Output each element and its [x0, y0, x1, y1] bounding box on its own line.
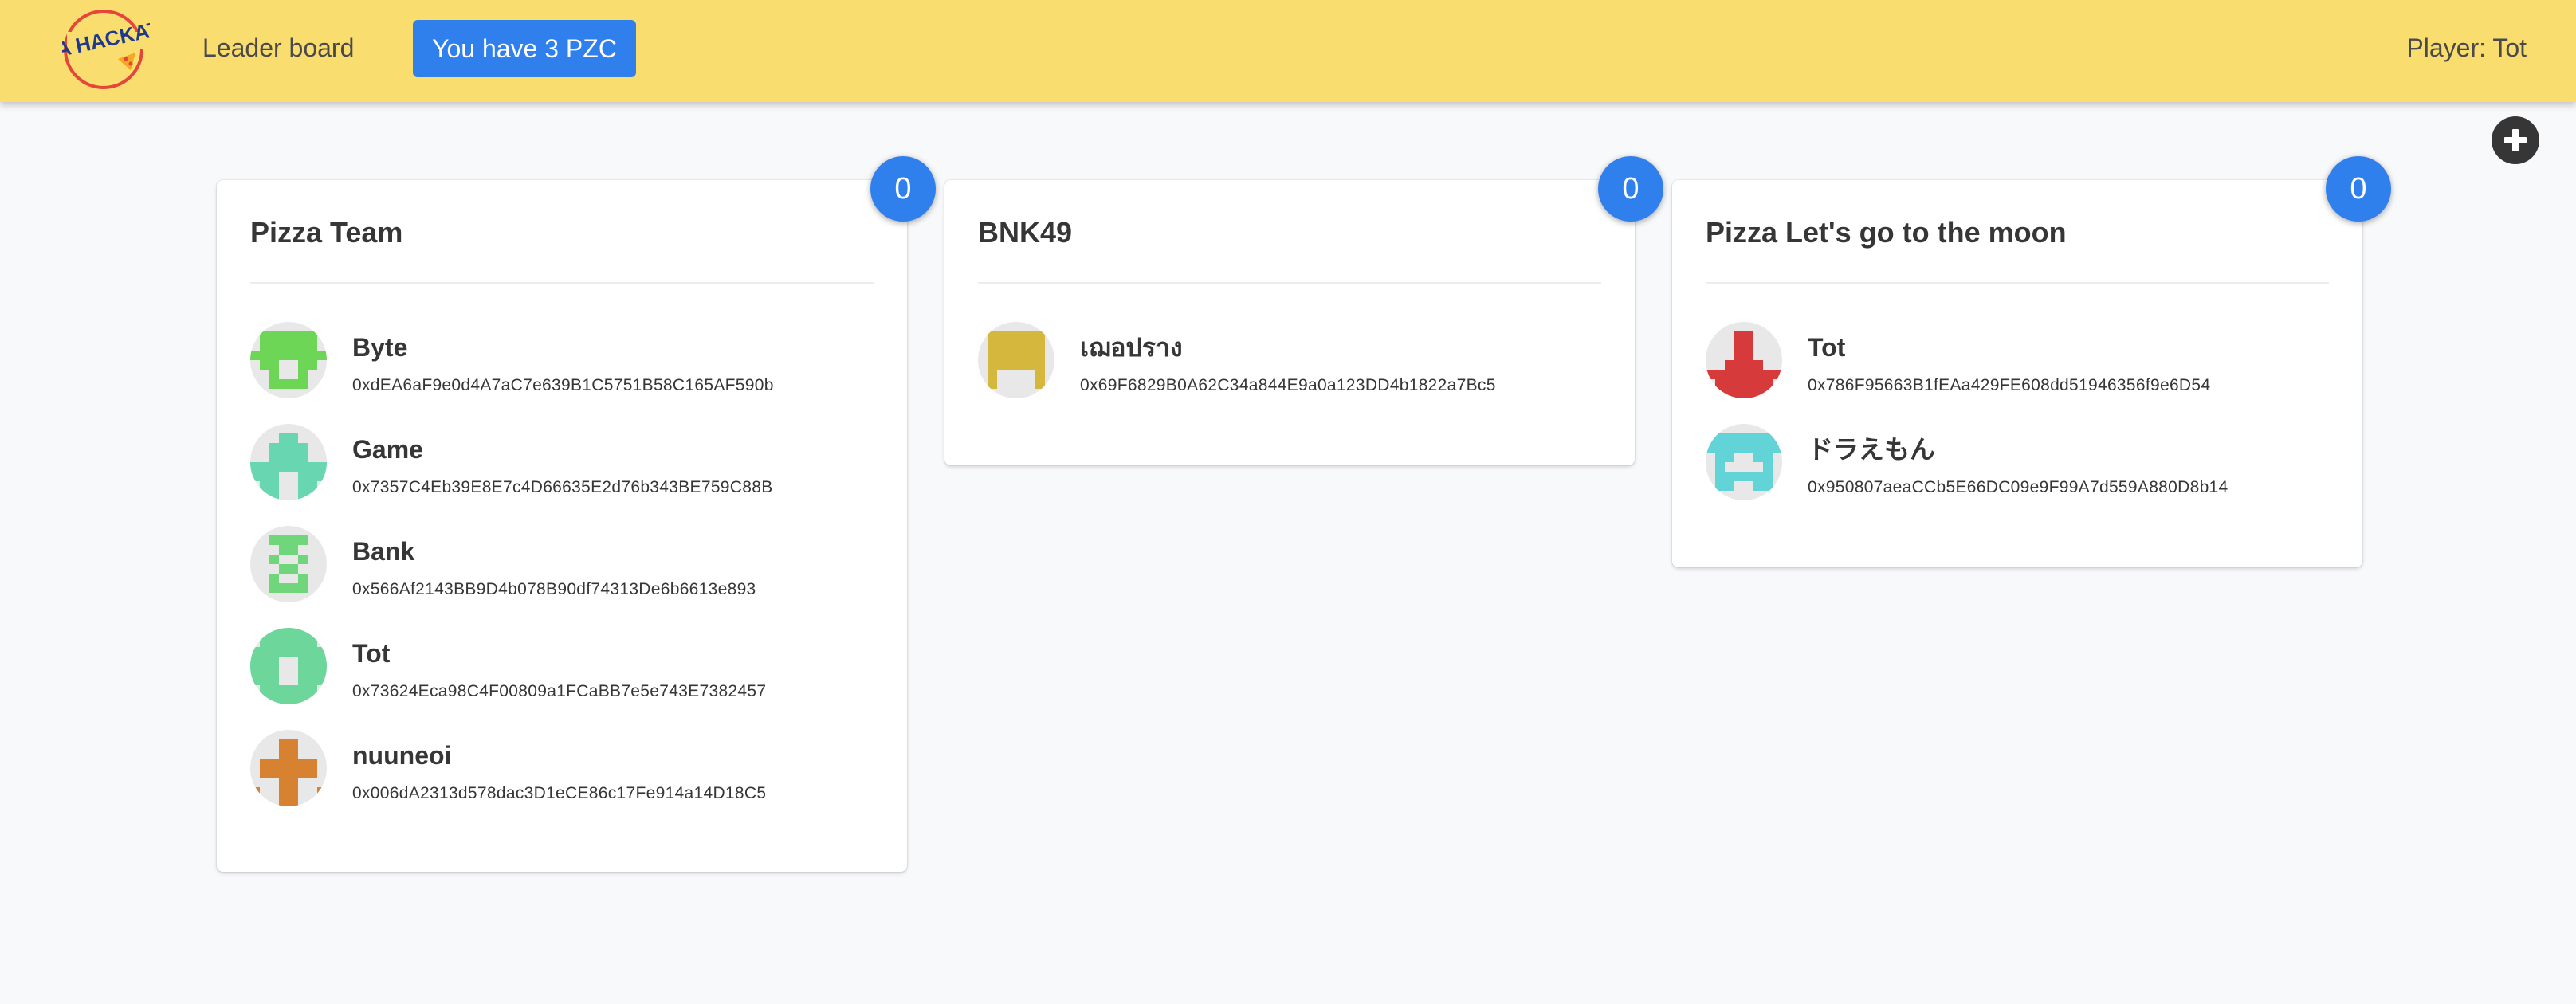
pzc-balance-button[interactable]: You have 3 PZC — [413, 20, 636, 77]
member-avatar — [1706, 424, 1782, 500]
leaderboard-link[interactable]: Leader board — [202, 32, 354, 64]
member-address: 0x006dA2313d578dac3D1eCE86c17Fe914a14D18… — [352, 784, 767, 802]
team-score-badge: 0 — [2326, 156, 2391, 222]
top-navbar: PIZZA HACKATHON Leader board You have 3 … — [0, 0, 2576, 102]
member-item[interactable]: Bank 0x566Af2143BB9D4b078B90df74313De6b6… — [250, 526, 891, 628]
member-address: 0x566Af2143BB9D4b078B90df74313De6b6613e8… — [352, 580, 756, 598]
member-avatar — [250, 526, 327, 602]
member-item[interactable]: Byte 0xdEA6aF9e0d4A7aC7e639B1C5751B58C16… — [250, 322, 891, 424]
member-item[interactable]: nuuneoi 0x006dA2313d578dac3D1eCE86c17Fe9… — [250, 730, 891, 832]
player-name: Player: Tot — [2406, 33, 2527, 62]
member-name: Game — [352, 435, 423, 464]
member-avatar — [1706, 322, 1782, 398]
member-name: ドラえもん — [1808, 435, 1936, 464]
team-score-badge: 0 — [870, 156, 936, 222]
team-card: BNK49 0 เฌอปราง 0x69F6829B0A62C34a844E9a… — [944, 156, 1663, 465]
member-avatar — [978, 322, 1054, 398]
member-list: Tot 0x786F95663B1fEAa429FE608dd51946356f… — [1706, 322, 2346, 526]
member-name: Bank — [352, 537, 415, 566]
team-card: Pizza Let's go to the moon 0 Tot 0x786F9… — [1672, 156, 2391, 567]
member-name: Byte — [352, 333, 408, 362]
card-divider — [978, 282, 1601, 284]
pizza-hackathon-logo[interactable]: PIZZA HACKATHON — [62, 3, 150, 94]
member-avatar — [250, 424, 327, 500]
team-score-badge: 0 — [1598, 156, 1663, 222]
logo-wordmark: PIZZA HACKATHON — [62, 7, 150, 72]
member-item[interactable]: Tot 0x786F95663B1fEAa429FE608dd51946356f… — [1706, 322, 2346, 424]
member-address: 0x69F6829B0A62C34a844E9a0a123DD4b1822a7B… — [1080, 376, 1496, 394]
member-address: 0x786F95663B1fEAa429FE608dd51946356f9e6D… — [1808, 376, 2211, 394]
card-divider — [1706, 282, 2329, 284]
team-name: Pizza Let's go to the moon — [1706, 216, 2067, 249]
plus-icon — [2504, 129, 2527, 151]
member-name: Tot — [352, 639, 391, 668]
team-name: BNK49 — [978, 216, 1073, 249]
member-item[interactable]: Game 0x7357C4Eb39E8E7c4D66635E2d76b343BE… — [250, 424, 891, 526]
card-divider — [250, 282, 874, 284]
member-list: เฌอปราง 0x69F6829B0A62C34a844E9a0a123DD4… — [978, 322, 1619, 424]
team-name: Pizza Team — [250, 216, 403, 249]
member-avatar — [250, 730, 327, 806]
member-avatar — [250, 322, 327, 398]
add-team-button[interactable] — [2492, 116, 2539, 164]
member-name: เฌอปราง — [1080, 333, 1183, 362]
member-address: 0xdEA6aF9e0d4A7aC7e639B1C5751B58C165AF59… — [352, 376, 774, 394]
member-item[interactable]: ドラえもん 0x950807aeaCCb5E66DC09e9F99A7d559A… — [1706, 424, 2346, 526]
member-item[interactable]: เฌอปราง 0x69F6829B0A62C34a844E9a0a123DD4… — [978, 322, 1619, 424]
member-item[interactable]: Tot 0x73624Eca98C4F00809a1FCaBB7e5e743E7… — [250, 628, 891, 730]
member-list: Byte 0xdEA6aF9e0d4A7aC7e639B1C5751B58C16… — [250, 322, 891, 832]
member-address: 0x950807aeaCCb5E66DC09e9F99A7d559A880D8b… — [1808, 478, 2228, 496]
member-address: 0x73624Eca98C4F00809a1FCaBB7e5e743E73824… — [352, 682, 767, 700]
member-avatar — [250, 628, 327, 704]
member-name: nuuneoi — [352, 741, 452, 770]
team-card: Pizza Team 0 Byte 0xdEA6aF9e0d4A7aC7e639… — [217, 156, 936, 872]
member-name: Tot — [1808, 333, 1846, 362]
member-address: 0x7357C4Eb39E8E7c4D66635E2d76b343BE759C8… — [352, 478, 773, 496]
